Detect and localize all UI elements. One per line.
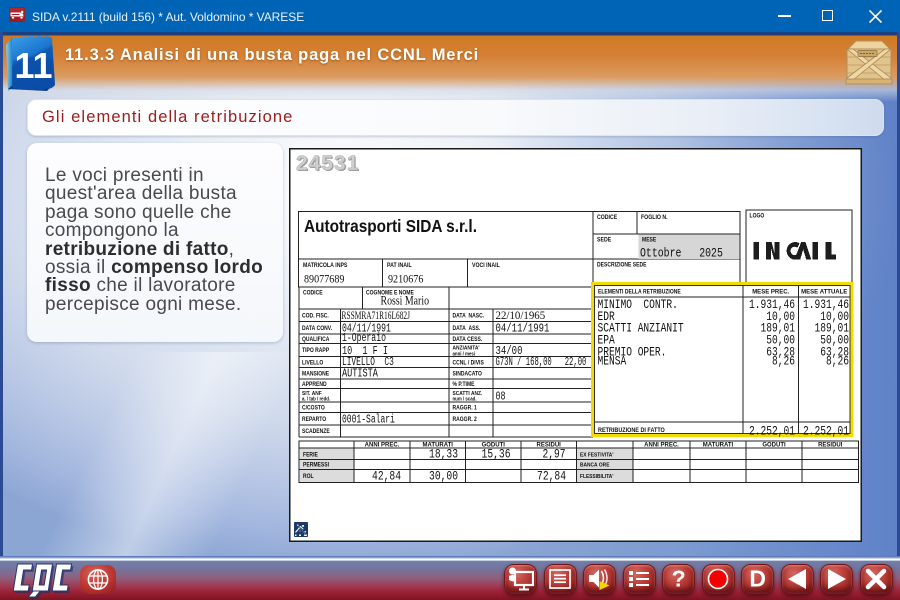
svg-text:DESCRIZIONE SEDE: DESCRIZIONE SEDE bbox=[597, 262, 647, 268]
svg-text:EX FESTIVITA': EX FESTIVITA' bbox=[580, 452, 613, 458]
svg-text:REPARTO: REPARTO bbox=[302, 417, 327, 423]
svg-text:BANCA ORE: BANCA ORE bbox=[580, 462, 610, 468]
svg-text:MESE PREC.: MESE PREC. bbox=[752, 290, 789, 296]
svg-text:SCATTI ANZ.: SCATTI ANZ. bbox=[453, 390, 483, 396]
svg-text:42,84: 42,84 bbox=[372, 469, 401, 484]
svg-text:AUTISTA: AUTISTA bbox=[342, 367, 379, 381]
svg-text:30,00: 30,00 bbox=[429, 469, 458, 484]
svg-text:Autotrasporti SIDA s.r.l.: Autotrasporti SIDA s.r.l. bbox=[304, 217, 477, 236]
svg-text:PAT INAIL: PAT INAIL bbox=[387, 263, 412, 269]
svg-text:PERMESSI: PERMESSI bbox=[303, 462, 329, 468]
svg-text:8,26: 8,26 bbox=[772, 355, 795, 369]
svg-text:89077689: 89077689 bbox=[304, 273, 344, 286]
svg-text:G73N / 168,00 22,00: G73N / 168,00 22,00 bbox=[496, 356, 587, 369]
svg-text:22/10/1965: 22/10/1965 bbox=[496, 310, 546, 322]
svg-text:% P.TIME: % P.TIME bbox=[453, 382, 475, 388]
svg-text:15,36: 15,36 bbox=[482, 447, 511, 462]
svg-text:RSSMRA71R16L682J: RSSMRA71R16L682J bbox=[342, 309, 411, 322]
svg-text:SCADENZE: SCADENZE bbox=[302, 429, 330, 435]
svg-text:QUALIFICA: QUALIFICA bbox=[302, 337, 329, 343]
svg-text:Rossi Mario: Rossi Mario bbox=[381, 295, 430, 308]
svg-text:LIVELLO: LIVELLO bbox=[302, 360, 324, 366]
svg-text:ANNI PREC.: ANNI PREC. bbox=[365, 443, 400, 449]
svg-text:8,26: 8,26 bbox=[826, 355, 849, 369]
svg-text:RAGGR. 1: RAGGR. 1 bbox=[453, 405, 477, 411]
svg-text:MATURATI: MATURATI bbox=[703, 443, 734, 449]
svg-text:MESE ATTUALE: MESE ATTUALE bbox=[801, 290, 847, 296]
svg-text:SEDE: SEDE bbox=[597, 237, 611, 243]
svg-text:CODICE: CODICE bbox=[597, 215, 617, 221]
svg-text:0001-Salari: 0001-Salari bbox=[342, 413, 395, 427]
svg-text:LOGO: LOGO bbox=[750, 213, 765, 219]
svg-text:08: 08 bbox=[496, 390, 506, 404]
svg-text:anni / mesi: anni / mesi bbox=[453, 351, 476, 357]
svg-text:ROL: ROL bbox=[303, 474, 314, 480]
svg-text:DATA CONV.: DATA CONV. bbox=[302, 326, 333, 332]
svg-text:2.252,01: 2.252,01 bbox=[749, 425, 795, 439]
svg-text:ANZIANITA': ANZIANITA' bbox=[453, 345, 480, 351]
svg-text:GODUTI: GODUTI bbox=[762, 443, 786, 449]
svg-text:DATA ASS.: DATA ASS. bbox=[453, 326, 481, 332]
svg-text:MENSA: MENSA bbox=[598, 355, 627, 369]
svg-text:FERIE: FERIE bbox=[303, 452, 318, 458]
svg-text:APPREND: APPREND bbox=[302, 382, 327, 388]
svg-text:2.252,01: 2.252,01 bbox=[803, 425, 849, 439]
svg-text:DATA NASC.: DATA NASC. bbox=[453, 313, 485, 319]
svg-text:TIPO RAPP: TIPO RAPP bbox=[302, 348, 329, 354]
svg-text:Ottobre 2025: Ottobre 2025 bbox=[640, 246, 723, 261]
svg-text:FLESSIBILITA': FLESSIBILITA' bbox=[580, 474, 613, 480]
svg-text:MATRICOLA INPS: MATRICOLA INPS bbox=[303, 263, 348, 269]
svg-text:COD. FISC.: COD. FISC. bbox=[302, 313, 329, 319]
svg-text:VOCI INAIL: VOCI INAIL bbox=[472, 263, 500, 269]
svg-text:72,84: 72,84 bbox=[537, 469, 566, 484]
svg-text:11: 11 bbox=[14, 45, 52, 86]
svg-text:SIT. ANF: SIT. ANF bbox=[302, 390, 322, 396]
svg-text:SINDACATO: SINDACATO bbox=[453, 371, 483, 377]
svg-text:ELEMENTI DELLA RETRIBUZIONE: ELEMENTI DELLA RETRIBUZIONE bbox=[598, 289, 681, 295]
svg-text:04/11/1991: 04/11/1991 bbox=[496, 322, 550, 336]
svg-text:RESIDUI: RESIDUI bbox=[818, 443, 843, 449]
svg-text:num / scad.: num / scad. bbox=[453, 396, 477, 402]
svg-text:CODICE: CODICE bbox=[303, 290, 323, 296]
svg-text:RAGGR. 2: RAGGR. 2 bbox=[453, 417, 477, 423]
svg-text:18,33: 18,33 bbox=[429, 447, 458, 462]
svg-text:1-Operaio: 1-Operaio bbox=[342, 332, 386, 346]
svg-text:ANNI PREC.: ANNI PREC. bbox=[644, 443, 679, 449]
svg-text:CCNL / DIVIS: CCNL / DIVIS bbox=[453, 360, 485, 366]
svg-text:RETRIBUZIONE DI FATTO: RETRIBUZIONE DI FATTO bbox=[598, 428, 665, 434]
svg-text:a. / tab / redd.: a. / tab / redd. bbox=[302, 396, 330, 402]
svg-text:MANSIONE: MANSIONE bbox=[302, 371, 329, 377]
svg-text:C/COSTO: C/COSTO bbox=[302, 405, 325, 411]
svg-text:2,97: 2,97 bbox=[543, 448, 566, 462]
svg-text:MESE: MESE bbox=[642, 237, 657, 243]
svg-text:DATA CESS.: DATA CESS. bbox=[453, 337, 483, 343]
svg-text:9210676: 9210676 bbox=[388, 273, 424, 286]
svg-text:FOGLIO N.: FOGLIO N. bbox=[641, 215, 668, 221]
svg-text:24531: 24531 bbox=[296, 152, 359, 175]
